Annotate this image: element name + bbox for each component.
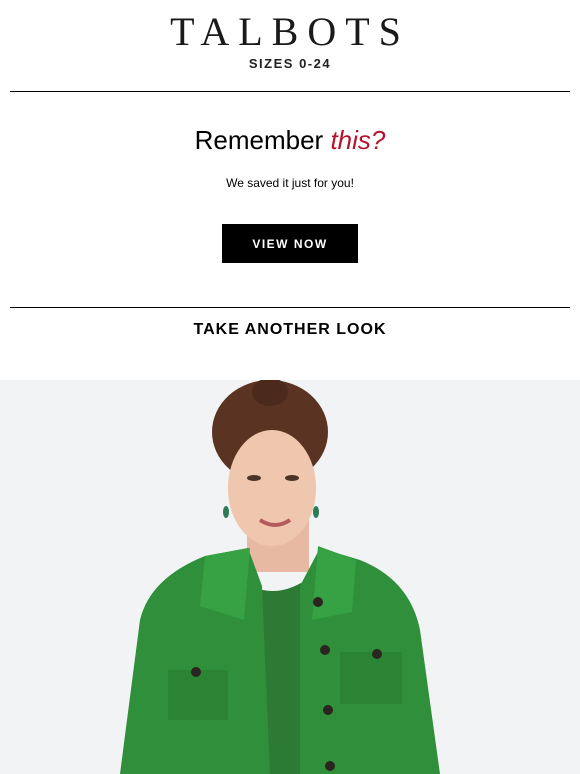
- headline: Remember this?: [0, 124, 580, 156]
- brand-logo[interactable]: TALBOTS: [0, 10, 580, 54]
- headline-accent: this?: [330, 125, 386, 155]
- product-image[interactable]: [0, 380, 580, 774]
- subtext: We saved it just for you!: [226, 176, 354, 190]
- headline-plain: Remember: [194, 125, 331, 155]
- sizes-tagline: SIZES 0-24: [248, 56, 332, 71]
- model-green-jacket-image: [120, 380, 440, 774]
- view-now-button[interactable]: VIEW NOW: [222, 224, 358, 263]
- top-divider: [10, 91, 570, 92]
- section-divider: [10, 307, 570, 308]
- section-title: TAKE ANOTHER LOOK: [193, 321, 387, 338]
